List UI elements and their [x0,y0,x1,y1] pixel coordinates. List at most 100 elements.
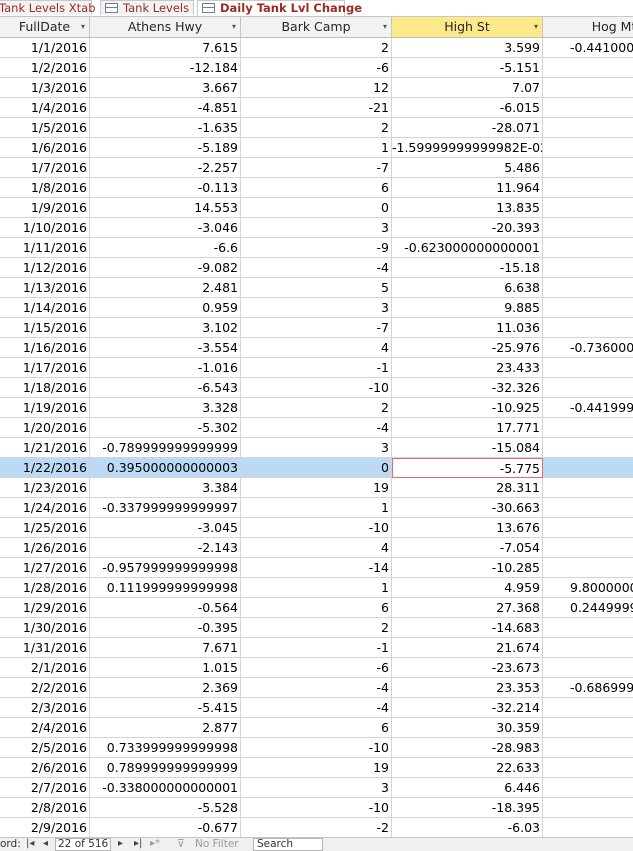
table-row[interactable]: 1/17/2016 -1.016 -1 23.433 [0,358,633,378]
high-st-cell[interactable]: 4.959 [392,578,543,598]
fulldate-cell[interactable]: 1/23/2016 [0,478,90,498]
fulldate-cell[interactable]: 1/21/2016 [0,438,90,458]
athens-hwy-cell[interactable]: -0.113 [90,178,241,198]
table-row[interactable]: 2/7/2016 -0.338000000000001 3 6.446 [0,778,633,798]
hog-mtn-cell[interactable] [543,118,633,138]
high-st-cell[interactable]: 13.835 [392,198,543,218]
fulldate-cell[interactable]: 1/7/2016 [0,158,90,178]
table-row[interactable]: 1/11/2016 -6.6 -9 -0.623000000000001 [0,238,633,258]
hog-mtn-cell[interactable] [543,278,633,298]
athens-hwy-cell[interactable]: -0.395 [90,618,241,638]
table-row[interactable]: 1/22/2016 0.395000000000003 0 -5.775 [0,458,633,478]
hog-mtn-cell[interactable]: -0.6869999 [543,678,633,698]
athens-hwy-cell[interactable]: 3.384 [90,478,241,498]
hog-mtn-cell[interactable] [543,318,633,338]
bark-camp-cell[interactable]: -4 [241,678,392,698]
fulldate-cell[interactable]: 1/10/2016 [0,218,90,238]
hog-mtn-cell[interactable] [543,818,633,837]
dropdown-arrow-icon[interactable]: ▾ [534,17,538,37]
hog-mtn-cell[interactable] [543,258,633,278]
previous-record-button[interactable]: ◂ [43,838,48,850]
athens-hwy-cell[interactable]: -2.143 [90,538,241,558]
table-row[interactable]: 1/30/2016 -0.395 2 -14.683 [0,618,633,638]
bark-camp-cell[interactable]: 19 [241,478,392,498]
athens-hwy-cell[interactable]: -5.528 [90,798,241,818]
hog-mtn-cell[interactable] [543,418,633,438]
bark-camp-cell[interactable]: 3 [241,438,392,458]
hog-mtn-cell[interactable] [543,138,633,158]
hog-mtn-cell[interactable] [543,738,633,758]
athens-hwy-cell[interactable]: 3.102 [90,318,241,338]
fulldate-cell[interactable]: 2/1/2016 [0,658,90,678]
hog-mtn-cell[interactable]: -0.4410000 [543,38,633,58]
athens-hwy-cell[interactable]: 2.369 [90,678,241,698]
high-st-cell[interactable]: 11.964 [392,178,543,198]
hog-mtn-cell[interactable] [543,778,633,798]
athens-hwy-cell[interactable]: 3.328 [90,398,241,418]
fulldate-cell[interactable]: 1/5/2016 [0,118,90,138]
high-st-cell[interactable]: 30.359 [392,718,543,738]
fulldate-cell[interactable]: 1/31/2016 [0,638,90,658]
hog-mtn-cell[interactable] [543,378,633,398]
athens-hwy-cell[interactable]: -1.635 [90,118,241,138]
high-st-cell[interactable]: -0.623000000000001 [392,238,543,258]
athens-hwy-cell[interactable]: -3.554 [90,338,241,358]
athens-hwy-cell[interactable]: 0.395000000000003 [90,458,241,478]
hog-mtn-cell[interactable] [543,518,633,538]
high-st-cell[interactable]: -32.326 [392,378,543,398]
new-record-button[interactable]: ▸* [150,838,160,850]
bark-camp-cell[interactable]: 0 [241,458,392,478]
hog-mtn-cell[interactable] [543,798,633,818]
table-row[interactable]: 1/2/2016 -12.184 -6 -5.151 [0,58,633,78]
table-row[interactable]: 1/18/2016 -6.543 -10 -32.326 [0,378,633,398]
fulldate-cell[interactable]: 1/20/2016 [0,418,90,438]
table-row[interactable]: 1/12/2016 -9.082 -4 -15.18 [0,258,633,278]
high-st-cell[interactable]: 27.368 [392,598,543,618]
bark-camp-cell[interactable]: -21 [241,98,392,118]
table-row[interactable]: 2/8/2016 -5.528 -10 -18.395 [0,798,633,818]
athens-hwy-cell[interactable]: -4.851 [90,98,241,118]
bark-camp-cell[interactable]: -9 [241,238,392,258]
athens-hwy-cell[interactable]: 7.615 [90,38,241,58]
hog-mtn-cell[interactable] [543,98,633,118]
table-row[interactable]: 1/26/2016 -2.143 4 -7.054 [0,538,633,558]
table-row[interactable]: 1/15/2016 3.102 -7 11.036 [0,318,633,338]
column-header-bark-camp[interactable]: Bark Camp ▾ [241,17,392,37]
next-record-button[interactable]: ▸ [118,838,123,850]
high-st-cell[interactable]: -23.673 [392,658,543,678]
fulldate-cell[interactable]: 1/25/2016 [0,518,90,538]
table-row[interactable]: 2/9/2016 -0.677 -2 -6.03 [0,818,633,837]
hog-mtn-cell[interactable] [543,718,633,738]
fulldate-cell[interactable]: 1/22/2016 [0,458,90,478]
table-row[interactable]: 1/6/2016 -5.189 1 -1.59999999999982E-02 [0,138,633,158]
athens-hwy-cell[interactable]: -0.677 [90,818,241,837]
fulldate-cell[interactable]: 2/3/2016 [0,698,90,718]
fulldate-cell[interactable]: 1/9/2016 [0,198,90,218]
table-row[interactable]: 1/4/2016 -4.851 -21 -6.015 [0,98,633,118]
athens-hwy-cell[interactable]: -3.045 [90,518,241,538]
table-row[interactable]: 1/16/2016-3.5544-25.976-0.7360000 [0,338,633,358]
table-row[interactable]: 1/8/2016 -0.113 6 11.964 [0,178,633,198]
column-header-athens-hwy[interactable]: Athens Hwy ▾ [90,17,241,37]
table-row[interactable]: 1/28/2016 0.111999999999998 1 4.959 9.800000… [0,578,633,598]
bark-camp-cell[interactable]: 2 [241,118,392,138]
athens-hwy-cell[interactable]: -9.082 [90,258,241,278]
table-row[interactable]: 2/4/2016 2.877 6 30.359 [0,718,633,738]
high-st-cell[interactable]: 21.674 [392,638,543,658]
table-row[interactable]: 1/3/2016 3.667 12 7.07 [0,78,633,98]
fulldate-cell[interactable]: 1/27/2016 [0,558,90,578]
bark-camp-cell[interactable]: -1 [241,358,392,378]
dropdown-arrow-icon[interactable]: ▾ [383,17,387,37]
hog-mtn-cell[interactable] [543,758,633,778]
fulldate-cell[interactable]: 1/13/2016 [0,278,90,298]
table-row[interactable]: 1/23/2016 3.384 19 28.311 [0,478,633,498]
high-st-cell[interactable]: 5.486 [392,158,543,178]
fulldate-cell[interactable]: 1/19/2016 [0,398,90,418]
hog-mtn-cell[interactable] [543,358,633,378]
fulldate-cell[interactable]: 1/16/2016 [0,338,90,358]
bark-camp-cell[interactable]: -2 [241,818,392,837]
high-st-cell[interactable]: -32.214 [392,698,543,718]
fulldate-cell[interactable]: 1/15/2016 [0,318,90,338]
high-st-cell[interactable]: -6.03 [392,818,543,837]
filter-toggle-button[interactable]: No Filter [195,838,239,850]
